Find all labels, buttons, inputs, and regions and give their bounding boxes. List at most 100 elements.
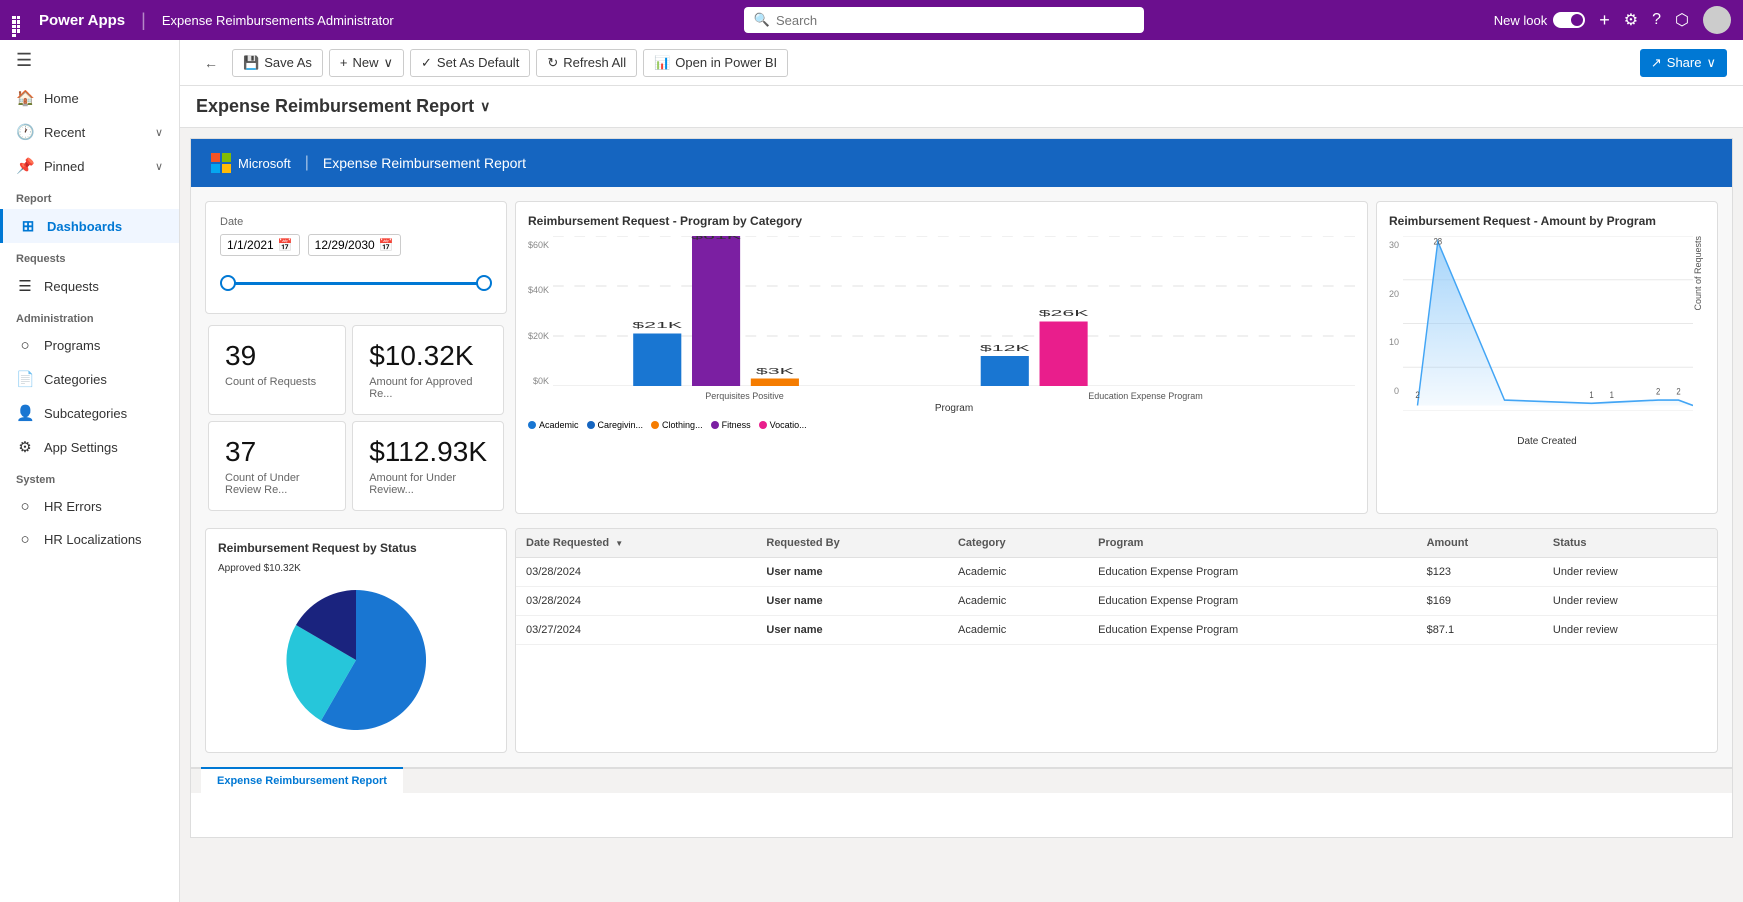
toggle-thumb: [1571, 14, 1583, 26]
bar-chart-legend: Academic Caregivin... Clothing...: [528, 420, 1355, 430]
col-program[interactable]: Program: [1088, 529, 1416, 558]
point-label-2d: 2: [1676, 387, 1681, 397]
legend-label-clothing: Clothing...: [662, 420, 703, 430]
pinned-row: Pinned ∨: [44, 159, 163, 174]
sidebar-item-hr-errors[interactable]: ○ HR Errors: [0, 490, 179, 523]
cell-user-1: User name: [756, 587, 948, 616]
legend-academic: Academic: [528, 420, 579, 430]
report-body-top: Date 1/1/2021 📅 12/29/2030 📅: [191, 187, 1732, 528]
refresh-all-button[interactable]: ↻ Refresh All: [536, 49, 637, 77]
sidebar-pinned-label: Pinned: [44, 159, 84, 174]
sidebar-hr-errors-label: HR Errors: [44, 499, 102, 514]
stat-card-0: 39 Count of Requests: [208, 325, 346, 415]
legend-dot-fitness: [711, 421, 719, 429]
sidebar-item-home[interactable]: 🏠 Home: [0, 81, 179, 115]
bar-academic-perquisites[interactable]: [633, 334, 681, 387]
sidebar-item-app-settings[interactable]: ⚙ App Settings: [0, 430, 179, 464]
bar-academic-education[interactable]: [981, 356, 1029, 386]
end-date-input[interactable]: 12/29/2030 📅: [308, 234, 401, 256]
date-label: Date: [220, 216, 492, 228]
calendar-icon-start[interactable]: 📅: [278, 238, 293, 252]
search-box[interactable]: 🔍: [744, 7, 1144, 33]
sidebar-item-dashboards[interactable]: ⊞ Dashboards: [0, 209, 179, 243]
report-title-text: Expense Reimbursement Report: [196, 96, 474, 117]
toolbar: ← 💾 Save As + New ∨ ✓ Set As Default ↻ R…: [180, 40, 1743, 86]
y-label-40k: $40K: [528, 285, 549, 295]
share-label: Share: [1667, 55, 1702, 70]
sidebar-item-subcategories[interactable]: 👤 Subcategories: [0, 396, 179, 430]
app-name: Power Apps: [39, 12, 125, 29]
set-default-button[interactable]: ✓ Set As Default: [410, 49, 530, 77]
stat-value-3: $112.93K: [369, 436, 487, 468]
new-look-toggle[interactable]: New look: [1494, 12, 1585, 28]
line-chart-title: Reimbursement Request - Amount by Progra…: [1389, 214, 1705, 228]
sidebar-subcategories-label: Subcategories: [44, 406, 127, 421]
x-label-perquisites: Perquisites Positive: [705, 391, 784, 401]
open-powerbi-label: Open in Power BI: [675, 55, 777, 70]
toggle-track[interactable]: [1553, 12, 1585, 28]
bar-vocational-education[interactable]: [1040, 322, 1088, 387]
help-icon[interactable]: ?: [1652, 11, 1661, 29]
settings-icon[interactable]: ⚙: [1624, 10, 1638, 30]
share-button[interactable]: ↗ Share ∨: [1640, 49, 1727, 77]
hr-localizations-icon: ○: [16, 531, 34, 548]
new-button[interactable]: + New ∨: [329, 49, 404, 77]
refresh-icon: ↻: [547, 55, 558, 71]
legend-label-fitness: Fitness: [722, 420, 751, 430]
recent-row: Recent ∨: [44, 125, 163, 140]
report-title[interactable]: Expense Reimbursement Report ∨: [196, 96, 1727, 117]
col-amount[interactable]: Amount: [1417, 529, 1543, 558]
sidebar-item-pinned[interactable]: 📌 Pinned ∨: [0, 149, 179, 183]
table-row: 03/27/2024 User name Academic Education …: [516, 616, 1717, 645]
bar-clothing-perquisites[interactable]: [751, 379, 799, 387]
bar-chart-panel: Reimbursement Request - Program by Categ…: [515, 201, 1368, 514]
new-label: New: [352, 55, 378, 70]
search-icon: 🔍: [754, 12, 770, 28]
tab-expense-report[interactable]: Expense Reimbursement Report: [201, 767, 403, 793]
cell-user-0: User name: [756, 558, 948, 587]
col-status[interactable]: Status: [1543, 529, 1717, 558]
date-slider[interactable]: [220, 268, 492, 299]
sidebar-dashboards-label: Dashboards: [47, 219, 122, 234]
pin-icon: 📌: [16, 157, 34, 175]
sidebar-item-recent[interactable]: 🕐 Recent ∨: [0, 115, 179, 149]
svg-text:$3K: $3K: [756, 367, 794, 376]
bar-chart-content: $21K $61K $3K: [553, 236, 1355, 414]
share-icon[interactable]: ⬡: [1675, 10, 1689, 30]
sidebar-app-settings-label: App Settings: [44, 440, 118, 455]
open-powerbi-button[interactable]: 📊 Open in Power BI: [643, 49, 788, 77]
sidebar-item-hr-localizations[interactable]: ○ HR Localizations: [0, 523, 179, 556]
add-icon[interactable]: +: [1599, 10, 1610, 31]
programs-icon: ○: [16, 337, 34, 354]
hamburger-menu[interactable]: ☰: [0, 40, 179, 81]
sidebar-item-requests[interactable]: ☰ Requests: [0, 269, 179, 303]
col-date-requested[interactable]: Date Requested ▼: [516, 529, 756, 558]
y-label-10: 10: [1389, 337, 1399, 347]
avatar[interactable]: [1703, 6, 1731, 34]
calendar-icon-end[interactable]: 📅: [379, 238, 394, 252]
start-date-input[interactable]: 1/1/2021 📅: [220, 234, 300, 256]
y-label-0: 0: [1389, 386, 1399, 396]
col-requested-by[interactable]: Requested By: [756, 529, 948, 558]
cell-program-2: Education Expense Program: [1088, 616, 1416, 645]
date-panel: Date 1/1/2021 📅 12/29/2030 📅: [205, 201, 507, 314]
bar-fitness-perquisites[interactable]: [692, 236, 740, 386]
search-input[interactable]: [776, 13, 1134, 28]
y-label-30: 30: [1389, 240, 1399, 250]
col-category[interactable]: Category: [948, 529, 1088, 558]
cell-category-0: Academic: [948, 558, 1088, 587]
save-as-button[interactable]: 💾 Save As: [232, 49, 323, 77]
stat-label-1: Amount for Approved Re...: [369, 376, 487, 400]
slider-thumb-left[interactable]: [220, 275, 236, 291]
point-label-2c: 2: [1656, 387, 1661, 397]
app-grid-icon[interactable]: [12, 16, 21, 25]
y-label-0k: $0K: [528, 376, 549, 386]
table-scroll[interactable]: Date Requested ▼ Requested By Category P…: [516, 529, 1717, 645]
topbar: Power Apps | Expense Reimbursements Admi…: [0, 0, 1743, 40]
recent-chevron: ∨: [155, 126, 163, 139]
sidebar-item-programs[interactable]: ○ Programs: [0, 329, 179, 362]
back-button[interactable]: ←: [196, 50, 226, 76]
sidebar-item-categories[interactable]: 📄 Categories: [0, 362, 179, 396]
sort-icon-date: ▼: [615, 539, 623, 548]
slider-thumb-right[interactable]: [476, 275, 492, 291]
